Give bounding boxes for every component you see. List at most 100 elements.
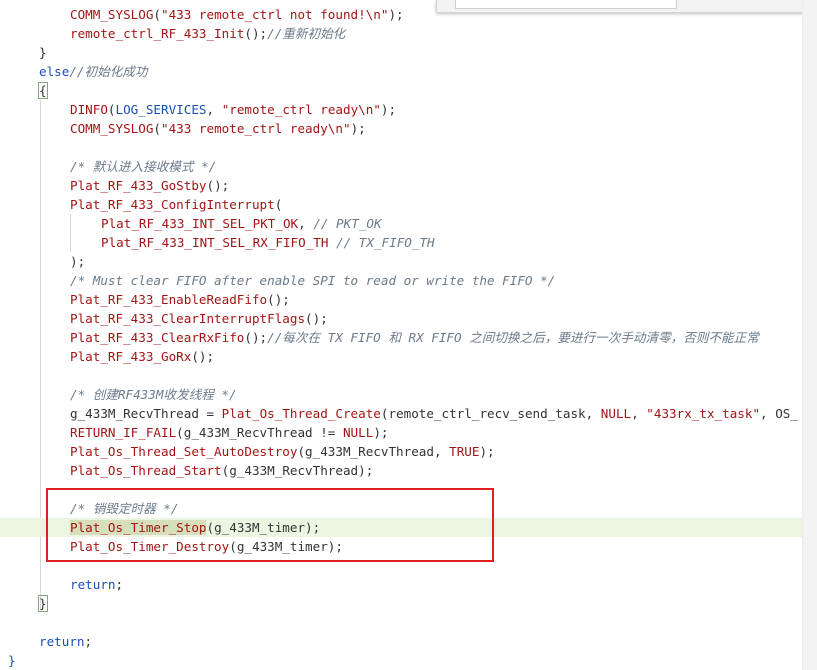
function-call: COMM_SYSLOG <box>70 121 154 136</box>
code-line: Plat_RF_433_ClearRxFifo();//每次在 TX FIFO … <box>0 328 802 347</box>
function-call: Plat_Os_Thread_Create <box>221 406 381 421</box>
code-line: /* Must clear FIFO after enable SPI to r… <box>0 271 802 290</box>
string-literal: "433rx_tx_task" <box>646 406 761 421</box>
comment: /* 创建RF433M收发线程 */ <box>70 387 237 402</box>
code-line: else//初始化成功 <box>0 62 802 81</box>
code-text: (); <box>191 349 215 364</box>
code-line: Plat_Os_Thread_Set_AutoDestroy(g_433M_Re… <box>0 442 802 461</box>
comment: //重新初始化 <box>267 26 346 41</box>
code-line: Plat_RF_433_INT_SEL_RX_FIFO_TH // TX_FIF… <box>0 233 802 252</box>
code-line: RETURN_IF_FAIL(g_433M_RecvThread != NULL… <box>0 423 802 442</box>
function-call: DINFO <box>70 102 108 117</box>
code-text: (); <box>305 311 328 326</box>
function-call: Plat_RF_433_GoStby <box>70 178 207 193</box>
function-call: Plat_RF_433_ClearInterruptFlags <box>70 311 306 326</box>
code-line: Plat_RF_433_ClearInterruptFlags(); <box>0 309 802 328</box>
code-line: return; <box>0 575 802 594</box>
code-line: } <box>0 594 802 613</box>
selected-word[interactable]: Plat_Os_Timer_Stop <box>70 520 207 535</box>
function-call: remote_ctrl_RF_433_Init <box>70 26 245 41</box>
code-text: , <box>206 102 222 117</box>
function-call: Plat_Os_Timer_Destroy <box>70 539 230 554</box>
keyword: return <box>70 577 116 592</box>
closing-brace: } <box>39 45 47 60</box>
keyword: else <box>39 64 70 79</box>
code-text: ( <box>107 102 116 117</box>
code-line: /* 创建RF433M收发线程 */ <box>0 385 802 404</box>
code-text: , <box>298 216 314 231</box>
vertical-scrollbar[interactable] <box>802 0 817 670</box>
code-editor[interactable]: COMM_SYSLOG("433 remote_ctrl not found!\… <box>0 0 802 670</box>
code-line: Plat_RF_433_GoStby(); <box>0 176 802 195</box>
code-line: Plat_RF_433_GoRx(); <box>0 347 802 366</box>
code-line: DINFO(LOG_SERVICES, "remote_ctrl ready\n… <box>0 100 802 119</box>
code-line: { <box>0 81 802 100</box>
code-text: ( <box>153 7 161 22</box>
code-text: ); <box>479 444 495 459</box>
code-text: , OS_ <box>760 406 798 421</box>
constant: NULL <box>600 406 632 421</box>
code-line: remote_ctrl_RF_433_Init();//重新初始化 <box>0 24 802 43</box>
code-text: ); <box>373 425 389 440</box>
current-line: Plat_Os_Timer_Stop(g_433M_timer); <box>0 518 802 537</box>
code-line: /* 销毁定时器 */ <box>0 499 802 518</box>
comment: //每次在 TX FIFO 和 RX FIFO 之间切换之后，要进行一次手动清零… <box>267 330 759 345</box>
matched-bracket: } <box>38 595 48 612</box>
constant: Plat_RF_433_INT_SEL_RX_FIFO_TH <box>101 235 329 250</box>
code-line: return; <box>0 632 802 651</box>
code-text: ); <box>350 121 366 136</box>
keyword: return <box>39 634 85 649</box>
code-text: ( <box>153 121 161 136</box>
function-call: COMM_SYSLOG <box>70 7 154 22</box>
code-text: ; <box>115 577 124 592</box>
code-line: /* 默认进入接收模式 */ <box>0 157 802 176</box>
code-line: } <box>0 651 802 670</box>
constant: LOG_SERVICES <box>115 102 207 117</box>
function-call: Plat_RF_433_ClearRxFifo <box>70 330 245 345</box>
find-widget[interactable] <box>436 0 804 13</box>
code-line: Plat_Os_Thread_Start(g_433M_RecvThread); <box>0 461 802 480</box>
code-text: ); <box>380 102 397 117</box>
comment: // PKT_OK <box>313 216 382 231</box>
code-text: ( <box>274 197 283 212</box>
code-text: (g_433M_timer); <box>229 539 343 554</box>
code-line: Plat_Os_Timer_Destroy(g_433M_timer); <box>0 537 802 556</box>
comment: // TX_FIFO_TH <box>336 235 435 250</box>
function-call: RETURN_IF_FAIL <box>70 425 177 440</box>
code-line: Plat_RF_433_INT_SEL_PKT_OK, // PKT_OK <box>0 214 802 233</box>
function-call: Plat_Os_Thread_Set_AutoDestroy <box>70 444 298 459</box>
code-text: (); <box>244 26 268 41</box>
code-line: Plat_RF_433_EnableReadFifo(); <box>0 290 802 309</box>
variable: g_433M_RecvThread <box>70 406 199 421</box>
function-call: Plat_RF_433_EnableReadFifo <box>70 292 268 307</box>
comment: /* 销毁定时器 */ <box>70 501 179 516</box>
code-text: (g_433M_RecvThread); <box>221 463 374 478</box>
function-call: Plat_Os_Thread_Start <box>70 463 222 478</box>
find-input[interactable] <box>455 0 677 9</box>
code-text: (g_433M_RecvThread != <box>176 425 343 440</box>
matched-bracket: { <box>38 82 48 99</box>
constant: NULL <box>342 425 374 440</box>
constant: Plat_RF_433_INT_SEL_PKT_OK <box>101 216 299 231</box>
code-line: COMM_SYSLOG("433 remote_ctrl ready\n"); <box>0 119 802 138</box>
code-text: (); <box>267 292 290 307</box>
code-text: ; <box>84 634 93 649</box>
code-text: , <box>631 406 647 421</box>
code-text: (g_433M_RecvThread, <box>297 444 450 459</box>
code-line: g_433M_RecvThread = Plat_Os_Thread_Creat… <box>0 404 802 423</box>
comment: //初始化成功 <box>69 64 148 79</box>
closing-brace: } <box>8 653 16 668</box>
function-call: Plat_RF_433_ConfigInterrupt <box>70 197 275 212</box>
code-text: ); <box>70 254 86 269</box>
code-line: ); <box>0 252 802 271</box>
code-line: } <box>0 43 802 62</box>
comment: /* 默认进入接收模式 */ <box>70 159 217 174</box>
code-text: ); <box>388 7 404 22</box>
string-literal: "remote_ctrl ready\n" <box>221 102 381 117</box>
code-text: (g_433M_timer); <box>206 520 321 535</box>
comment: /* Must clear FIFO after enable SPI to r… <box>70 273 556 288</box>
constant: TRUE <box>449 444 480 459</box>
code-text: (); <box>244 330 268 345</box>
code-text: (remote_ctrl_recv_send_task, <box>380 406 601 421</box>
